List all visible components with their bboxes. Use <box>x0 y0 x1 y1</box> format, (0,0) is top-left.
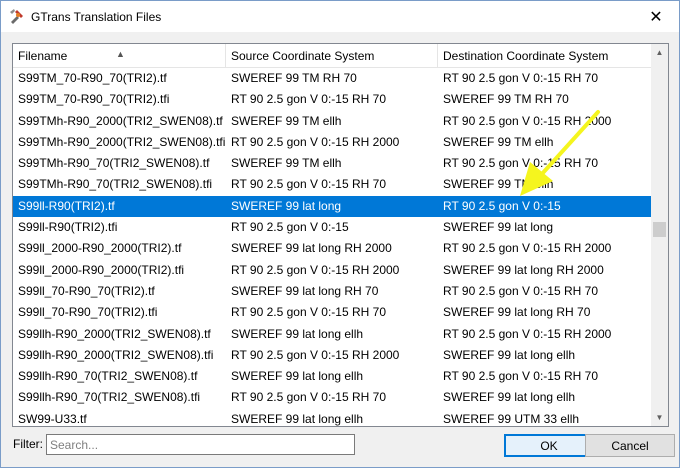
ok-button[interactable]: OK <box>504 434 594 457</box>
source-cs-cell: RT 90 2.5 gon V 0:-15 RH 70 <box>231 92 386 107</box>
filename-cell: S99TM_70-R90_70(TRI2).tfi <box>18 92 170 107</box>
translation-files-dialog: GTrans Translation Files ✕ Filename ▲ So… <box>0 0 680 468</box>
table-row[interactable]: S99llh-R90_70(TRI2_SWEN08).tfi RT 90 2.5 … <box>13 387 652 408</box>
table-row[interactable]: S99TMh-R90_2000(TRI2_SWEN08).tf SWEREF 99… <box>13 111 652 132</box>
source-cs-cell: RT 90 2.5 gon V 0:-15 RH 70 <box>231 177 386 192</box>
source-cs-cell: RT 90 2.5 gon V 0:-15 RH 2000 <box>231 262 400 277</box>
destination-cs-cell: SWEREF 99 TM ellh <box>443 177 554 192</box>
source-cs-cell: SWEREF 99 lat long ellh <box>231 369 364 384</box>
filename-cell: S99TM_70-R90_70(TRI2).tf <box>18 71 167 85</box>
filename-cell: S99ll_70-R90_70(TRI2).tf <box>18 283 155 298</box>
source-cs-cell: RT 90 2.5 gon V 0:-15 RH 70 <box>231 305 386 320</box>
filename-cell: S99ll-R90(TRI2).tf <box>18 198 115 213</box>
destination-cs-cell: SWEREF 99 UTM 33 ellh <box>443 411 580 426</box>
column-header-destination[interactable]: Destination Coordinate System <box>438 44 652 68</box>
destination-cs-cell: SWEREF 99 TM ellh <box>443 134 554 149</box>
table-row[interactable]: S99ll_2000-R90_2000(TRI2).tfi RT 90 2.5 g… <box>13 260 652 281</box>
filter-search-input[interactable] <box>46 434 355 455</box>
table-row[interactable]: S99TMh-R90_70(TRI2_SWEN08).tfi RT 90 2.5 … <box>13 174 652 195</box>
filename-cell: S99ll-R90(TRI2).tfi <box>18 220 118 235</box>
source-cs-cell: RT 90 2.5 gon V 0:-15 RH 70 <box>231 390 386 405</box>
table-row[interactable]: S99ll-R90(TRI2).tfi RT 90 2.5 gon V 0:-15… <box>13 217 652 238</box>
destination-cs-cell: SWEREF 99 lat long ellh <box>443 347 576 362</box>
table-row[interactable]: S99TM_70-R90_70(TRI2).tf SWEREF 99 TM RH … <box>13 68 652 89</box>
destination-cs-cell: RT 90 2.5 gon V 0:-15 RH 70 <box>443 283 598 298</box>
filename-cell: S99llh-R90_70(TRI2_SWEN08).tf <box>18 369 198 384</box>
table-row[interactable]: S99TM_70-R90_70(TRI2).tfi RT 90 2.5 gon V… <box>13 89 652 110</box>
source-cs-cell: SWEREF 99 lat long RH 2000 <box>231 241 392 256</box>
vertical-scrollbar[interactable]: ▲ ▼ <box>651 44 668 426</box>
destination-cs-cell: RT 90 2.5 gon V 0:-15 RH 2000 <box>443 326 612 341</box>
table-row[interactable]: S99ll_2000-R90_2000(TRI2).tf SWEREF 99 la… <box>13 238 652 259</box>
table-row[interactable]: S99llh-R90_2000(TRI2_SWEN08).tfi RT 90 2.… <box>13 345 652 366</box>
close-button[interactable]: ✕ <box>633 1 679 32</box>
cancel-button[interactable]: Cancel <box>585 434 675 457</box>
source-cs-cell: SWEREF 99 lat long ellh <box>231 411 364 426</box>
source-cs-cell: RT 90 2.5 gon V 0:-15 RH 2000 <box>231 134 400 149</box>
destination-cs-cell: SWEREF 99 lat long RH 70 <box>443 305 591 320</box>
table-row[interactable]: S99ll-R90(TRI2).tf SWEREF 99 lat long RT 9… <box>13 195 652 218</box>
source-cs-cell: SWEREF 99 lat long RH 70 <box>231 283 379 298</box>
destination-cs-cell: SWEREF 99 lat long <box>443 220 554 235</box>
list-header: Filename ▲ Source Coordinate System Dest… <box>13 44 652 68</box>
destination-cs-cell: RT 90 2.5 gon V 0:-15 RH 2000 <box>443 113 612 128</box>
column-header-label: Filename <box>18 49 68 63</box>
table-row[interactable]: S99ll_70-R90_70(TRI2).tf SWEREF 99 lat lo… <box>13 281 652 302</box>
destination-cs-cell: SWEREF 99 TM RH 70 <box>443 92 569 107</box>
close-icon: ✕ <box>649 8 663 26</box>
table-row[interactable]: S99TMh-R90_70(TRI2_SWEN08).tf SWEREF 99 T… <box>13 153 652 174</box>
column-header-filename[interactable]: Filename ▲ <box>13 44 226 68</box>
title-bar: GTrans Translation Files ✕ <box>1 1 679 32</box>
filename-cell: S99llh-R90_70(TRI2_SWEN08).tfi <box>18 390 201 405</box>
source-cs-cell: RT 90 2.5 gon V 0:-15 <box>231 220 349 235</box>
table-row[interactable]: S99llh-R90_70(TRI2_SWEN08).tf SWEREF 99 l… <box>13 366 652 387</box>
filename-cell: S99ll_70-R90_70(TRI2).tfi <box>18 305 158 320</box>
destination-cs-cell: RT 90 2.5 gon V 0:-15 RH 70 <box>443 156 598 171</box>
filename-cell: S99TMh-R90_2000(TRI2_SWEN08).tf <box>18 113 223 128</box>
window-title: GTrans Translation Files <box>31 10 162 24</box>
column-header-source[interactable]: Source Coordinate System <box>226 44 438 68</box>
filename-cell: S99TMh-R90_2000(TRI2_SWEN08).tfi <box>18 134 226 149</box>
source-cs-cell: SWEREF 99 lat long ellh <box>231 326 364 341</box>
table-row[interactable]: SW99-U33.tf SWEREF 99 lat long ellh SWEREF… <box>13 409 652 426</box>
source-cs-cell: SWEREF 99 TM ellh <box>231 156 342 171</box>
table-row[interactable]: S99ll_70-R90_70(TRI2).tfi RT 90 2.5 gon V… <box>13 302 652 323</box>
list-rows: S99TM_70-R90_70(TRI2).tf SWEREF 99 TM RH … <box>13 68 652 426</box>
destination-cs-cell: SWEREF 99 lat long RH 2000 <box>443 262 604 277</box>
table-row[interactable]: S99TMh-R90_2000(TRI2_SWEN08).tfi RT 90 2.… <box>13 132 652 153</box>
source-cs-cell: RT 90 2.5 gon V 0:-15 RH 2000 <box>231 347 400 362</box>
filename-cell: S99llh-R90_2000(TRI2_SWEN08).tfi <box>18 347 214 362</box>
source-cs-cell: SWEREF 99 TM RH 70 <box>231 71 357 85</box>
destination-cs-cell: RT 90 2.5 gon V 0:-15 RH 2000 <box>443 241 612 256</box>
table-row[interactable]: S99llh-R90_2000(TRI2_SWEN08).tf SWEREF 99… <box>13 324 652 345</box>
filename-cell: S99TMh-R90_70(TRI2_SWEN08).tfi <box>18 177 213 192</box>
filter-label: Filter: <box>13 437 43 451</box>
filename-cell: S99llh-R90_2000(TRI2_SWEN08).tf <box>18 326 211 341</box>
scrollbar-thumb[interactable] <box>653 222 666 237</box>
destination-cs-cell: RT 90 2.5 gon V 0:-15 <box>443 198 561 213</box>
destination-cs-cell: RT 90 2.5 gon V 0:-15 RH 70 <box>443 369 598 384</box>
filename-cell: S99ll_2000-R90_2000(TRI2).tfi <box>18 262 185 277</box>
destination-cs-cell: RT 90 2.5 gon V 0:-15 RH 70 <box>443 71 598 85</box>
source-cs-cell: SWEREF 99 lat long <box>231 198 342 213</box>
destination-cs-cell: SWEREF 99 lat long ellh <box>443 390 576 405</box>
filename-cell: S99TMh-R90_70(TRI2_SWEN08).tf <box>18 156 210 171</box>
scroll-down-icon[interactable]: ▼ <box>651 409 668 426</box>
sort-ascending-icon: ▲ <box>116 49 125 59</box>
filename-cell: SW99-U33.tf <box>18 411 87 426</box>
translation-files-list[interactable]: Filename ▲ Source Coordinate System Dest… <box>12 43 669 427</box>
source-cs-cell: SWEREF 99 TM ellh <box>231 113 342 128</box>
column-header-label: Destination Coordinate System <box>443 49 609 63</box>
scroll-up-icon[interactable]: ▲ <box>651 44 668 61</box>
gtrans-app-icon <box>9 8 25 24</box>
filename-cell: S99ll_2000-R90_2000(TRI2).tf <box>18 241 182 256</box>
column-header-label: Source Coordinate System <box>231 49 375 63</box>
